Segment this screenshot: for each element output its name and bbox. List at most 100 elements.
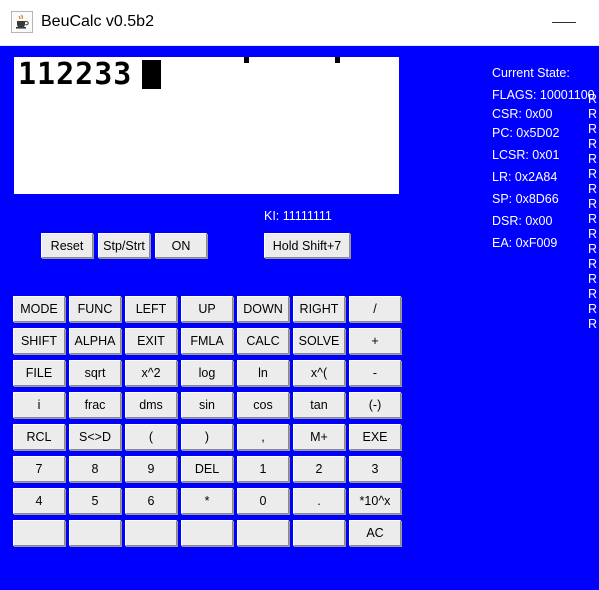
key-up[interactable]: UP — [181, 296, 233, 322]
key-ac[interactable]: AC — [349, 520, 401, 546]
key-5[interactable]: 5 — [69, 488, 121, 514]
state-line-csr: CSR: 0x00 — [492, 107, 553, 121]
key-calc[interactable]: CALC — [237, 328, 289, 354]
key-sd[interactable]: S<>D — [69, 424, 121, 450]
key-tan[interactable]: tan — [293, 392, 345, 418]
register-label-1: R — [588, 107, 598, 121]
key-key[interactable]: , — [237, 424, 289, 450]
state-line-sp: SP: 0x8D66 — [492, 192, 559, 206]
key-7[interactable]: 7 — [13, 456, 65, 482]
key-minus[interactable]: - — [349, 360, 401, 386]
key-exe[interactable]: EXE — [349, 424, 401, 450]
stp-strt-button[interactable]: Stp/Strt — [98, 233, 150, 258]
title-bar: BeuCalc v0.5b2 — [0, 0, 599, 46]
key-frac[interactable]: frac — [69, 392, 121, 418]
lcd-display: 112233 — [14, 57, 399, 194]
key-down[interactable]: DOWN — [237, 296, 289, 322]
key-8[interactable]: 8 — [69, 456, 121, 482]
register-label-9: R — [588, 227, 598, 241]
state-line-pc: PC: 0x5D02 — [492, 126, 560, 140]
register-label-15: R — [588, 317, 598, 331]
minimize-button[interactable] — [541, 0, 587, 45]
key-exit[interactable]: EXIT — [125, 328, 177, 354]
register-label-3: R — [588, 137, 598, 151]
hold-shift-button[interactable]: Hold Shift+7 — [264, 233, 350, 258]
key-blank-7-0[interactable] — [13, 520, 65, 546]
state-line-dsr: DSR: 0x00 — [492, 214, 553, 228]
key-key[interactable]: . — [293, 488, 345, 514]
on-button[interactable]: ON — [155, 233, 207, 258]
register-label-13: R — [588, 287, 598, 301]
lcd-display-text: 112233 — [18, 57, 133, 92]
state-line-flags: FLAGS: 10001100 — [492, 88, 595, 102]
key-xpow2[interactable]: x^2 — [125, 360, 177, 386]
key-sin[interactable]: sin — [181, 392, 233, 418]
key-plus[interactable]: + — [349, 328, 401, 354]
register-label-11: R — [588, 257, 598, 271]
window-title: BeuCalc v0.5b2 — [41, 13, 154, 30]
key-shift[interactable]: SHIFT — [13, 328, 65, 354]
key-key[interactable]: ) — [181, 424, 233, 450]
key-ln[interactable]: ln — [237, 360, 289, 386]
register-label-5: R — [588, 167, 598, 181]
java-coffee-cup-icon — [11, 11, 33, 33]
key-func[interactable]: FUNC — [69, 296, 121, 322]
register-label-7: R — [588, 197, 598, 211]
minimize-icon — [552, 22, 576, 23]
key-key[interactable]: ( — [125, 424, 177, 450]
ki-label: KI: 11111111 — [264, 209, 332, 223]
key-1[interactable]: 1 — [237, 456, 289, 482]
key-minus[interactable]: (-) — [349, 392, 401, 418]
key-div[interactable]: / — [349, 296, 401, 322]
key-blank-7-1[interactable] — [69, 520, 121, 546]
register-label-12: R — [588, 272, 598, 286]
key-fmla[interactable]: FMLA — [181, 328, 233, 354]
key-blank-7-2[interactable] — [125, 520, 177, 546]
key-mode[interactable]: MODE — [13, 296, 65, 322]
key-solve[interactable]: SOLVE — [293, 328, 345, 354]
reset-button[interactable]: Reset — [41, 233, 93, 258]
key-file[interactable]: FILE — [13, 360, 65, 386]
register-label-14: R — [588, 302, 598, 316]
register-label-6: R — [588, 182, 598, 196]
key-alpha[interactable]: ALPHA — [69, 328, 121, 354]
key-4[interactable]: 4 — [13, 488, 65, 514]
key-0[interactable]: 0 — [237, 488, 289, 514]
key-left[interactable]: LEFT — [125, 296, 177, 322]
key-cos[interactable]: cos — [237, 392, 289, 418]
key-i[interactable]: i — [13, 392, 65, 418]
lcd-cursor — [142, 60, 161, 89]
register-label-10: R — [588, 242, 598, 256]
lcd-indicator-alpha — [335, 57, 340, 63]
key-del[interactable]: DEL — [181, 456, 233, 482]
key-star10powx[interactable]: *10^x — [349, 488, 401, 514]
register-label-2: R — [588, 122, 598, 136]
register-label-4: R — [588, 152, 598, 166]
state-line-lr: LR: 0x2A84 — [492, 170, 558, 184]
key-log[interactable]: log — [181, 360, 233, 386]
key-right[interactable]: RIGHT — [293, 296, 345, 322]
register-label-0: R — [588, 92, 598, 106]
key-xpow[interactable]: x^( — [293, 360, 345, 386]
register-list: RRRRRRRRRRRRRRRR — [588, 92, 599, 332]
key-dms[interactable]: dms — [125, 392, 177, 418]
lcd-indicator-shift — [244, 57, 249, 63]
key-blank-7-4[interactable] — [237, 520, 289, 546]
keypad: MODE FUNC LEFT UP DOWN RIGHT / SHIFT ALPHA EXIT FM… — [13, 296, 413, 552]
key-blank-7-5[interactable] — [293, 520, 345, 546]
state-line-lcsr: LCSR: 0x01 — [492, 148, 560, 162]
key-9[interactable]: 9 — [125, 456, 177, 482]
state-panel-heading: Current State: — [492, 66, 570, 80]
key-3[interactable]: 3 — [349, 456, 401, 482]
key-6[interactable]: 6 — [125, 488, 177, 514]
key-2[interactable]: 2 — [293, 456, 345, 482]
state-line-ea: EA: 0xF009 — [492, 236, 558, 250]
register-label-8: R — [588, 212, 598, 226]
key-mplus[interactable]: M+ — [293, 424, 345, 450]
key-blank-7-3[interactable] — [181, 520, 233, 546]
current-state-panel: Current State: FLAGS: 10001100 CSR: 0x00… — [492, 62, 599, 254]
beucalc-window: BeuCalc v0.5b2 112233 Current State: FLA… — [0, 0, 599, 590]
key-rcl[interactable]: RCL — [13, 424, 65, 450]
key-sqrt[interactable]: sqrt — [69, 360, 121, 386]
key-star[interactable]: * — [181, 488, 233, 514]
